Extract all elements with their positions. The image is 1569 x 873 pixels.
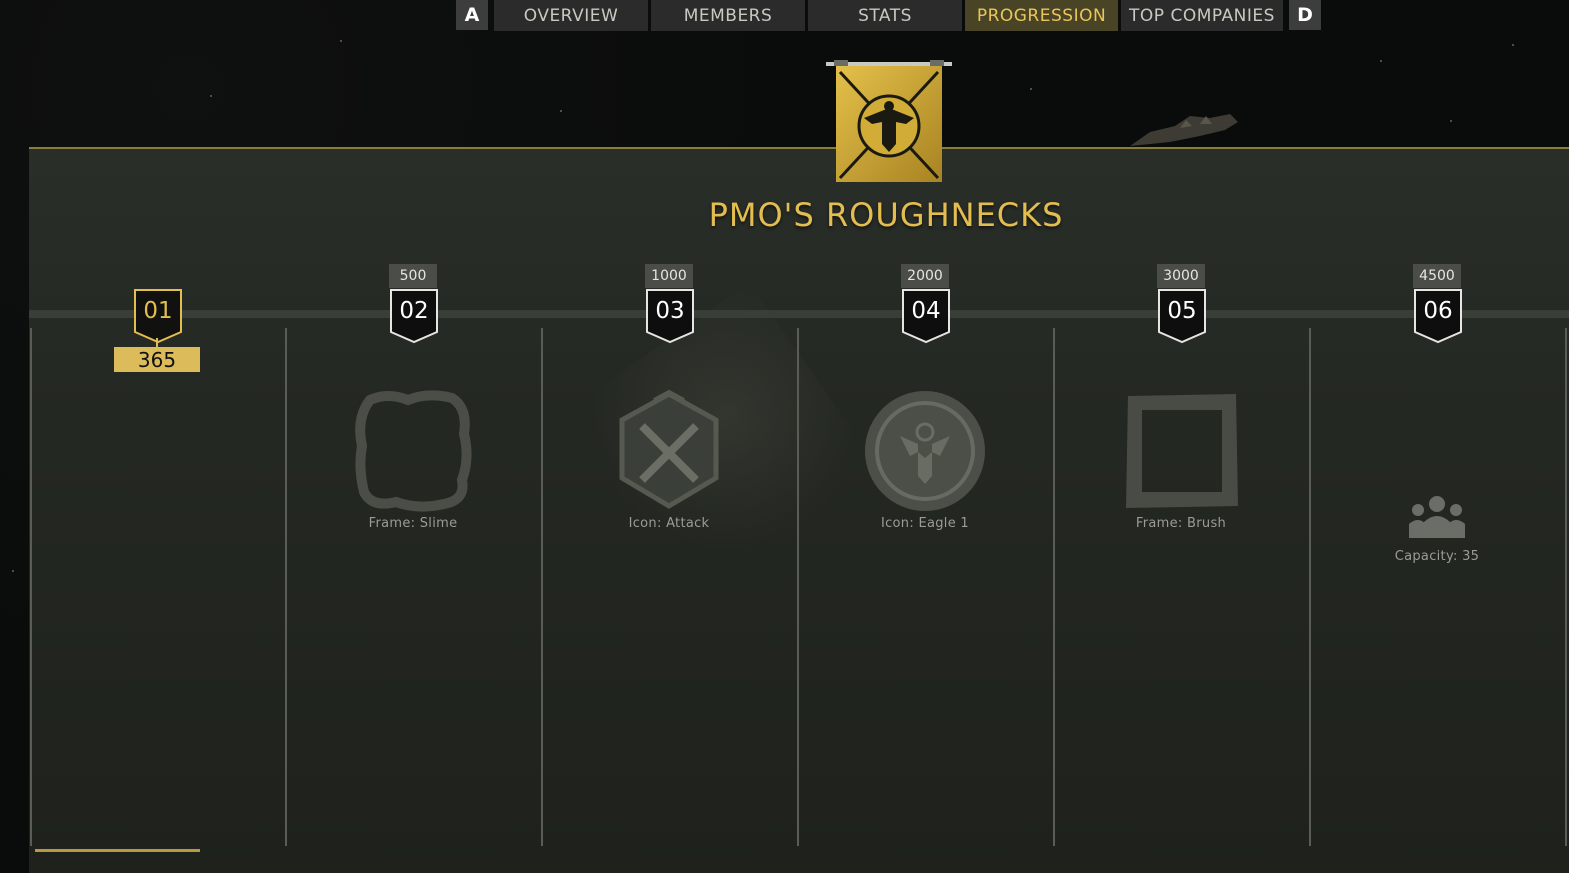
tab-stats[interactable]: STATS [808,0,962,31]
star-decoration [12,570,14,572]
column-divider [285,328,287,846]
column-divider [1053,328,1055,846]
group-icon [1409,496,1465,538]
level-threshold: 4500 [1413,264,1461,288]
top-navigation: A OVERVIEW MEMBERS STATS PROGRESSION TOP… [0,0,1569,31]
level-number: 06 [1423,298,1453,324]
reward-label: Frame: Brush [1135,516,1227,531]
star-decoration [560,110,562,112]
level-badge-02[interactable]: 02 [389,288,439,344]
level-threshold: 2000 [901,264,949,288]
level-badge-04[interactable]: 04 [901,288,951,344]
tab-progression[interactable]: PROGRESSION [965,0,1118,31]
crossed-swords-icon [619,389,719,509]
star-decoration [1450,120,1452,122]
ship-silhouette-icon [1130,114,1238,146]
slime-frame-icon [355,390,472,512]
level-number: 03 [655,298,685,324]
level-badge-01[interactable]: 01 [133,288,183,344]
progression-track [29,310,1569,318]
company-banner [826,60,952,182]
star-decoration [210,95,212,97]
level-number: 05 [1167,298,1197,324]
level-badge-03[interactable]: 03 [645,288,695,344]
column-divider [30,328,32,846]
star-decoration [1030,88,1032,90]
star-decoration [340,40,342,42]
level-threshold: 500 [389,264,437,288]
company-name: PMO'S ROUGHNECKS [708,196,1064,234]
prev-tab-key[interactable]: A [456,0,488,30]
level-number: 01 [143,298,173,324]
star-decoration [1380,60,1382,62]
progress-indicator [35,849,200,852]
eagle-globe-icon [865,391,985,511]
level-badge-05[interactable]: 05 [1157,288,1207,344]
level-threshold: 3000 [1157,264,1205,288]
reward-label: Icon: Attack [628,516,710,531]
tab-overview[interactable]: OVERVIEW [494,0,648,31]
column-divider [1565,328,1567,846]
column-divider [797,328,799,846]
level-number: 02 [399,298,429,324]
current-points: 365 [114,347,200,372]
column-divider [1309,328,1311,846]
reward-label: Capacity: 35 [1394,549,1480,564]
level-badge-06[interactable]: 06 [1413,288,1463,344]
brush-frame-icon [1126,394,1238,508]
level-number: 04 [911,298,941,324]
reward-label: Frame: Slime [368,516,458,531]
progression-screen: A OVERVIEW MEMBERS STATS PROGRESSION TOP… [0,0,1569,873]
tab-members[interactable]: MEMBERS [651,0,805,31]
star-decoration [1512,44,1514,46]
level-threshold: 1000 [645,264,693,288]
column-divider [541,328,543,846]
tab-top-companies[interactable]: TOP COMPANIES [1121,0,1283,31]
next-tab-key[interactable]: D [1289,0,1321,30]
reward-label: Icon: Eagle 1 [880,516,970,531]
